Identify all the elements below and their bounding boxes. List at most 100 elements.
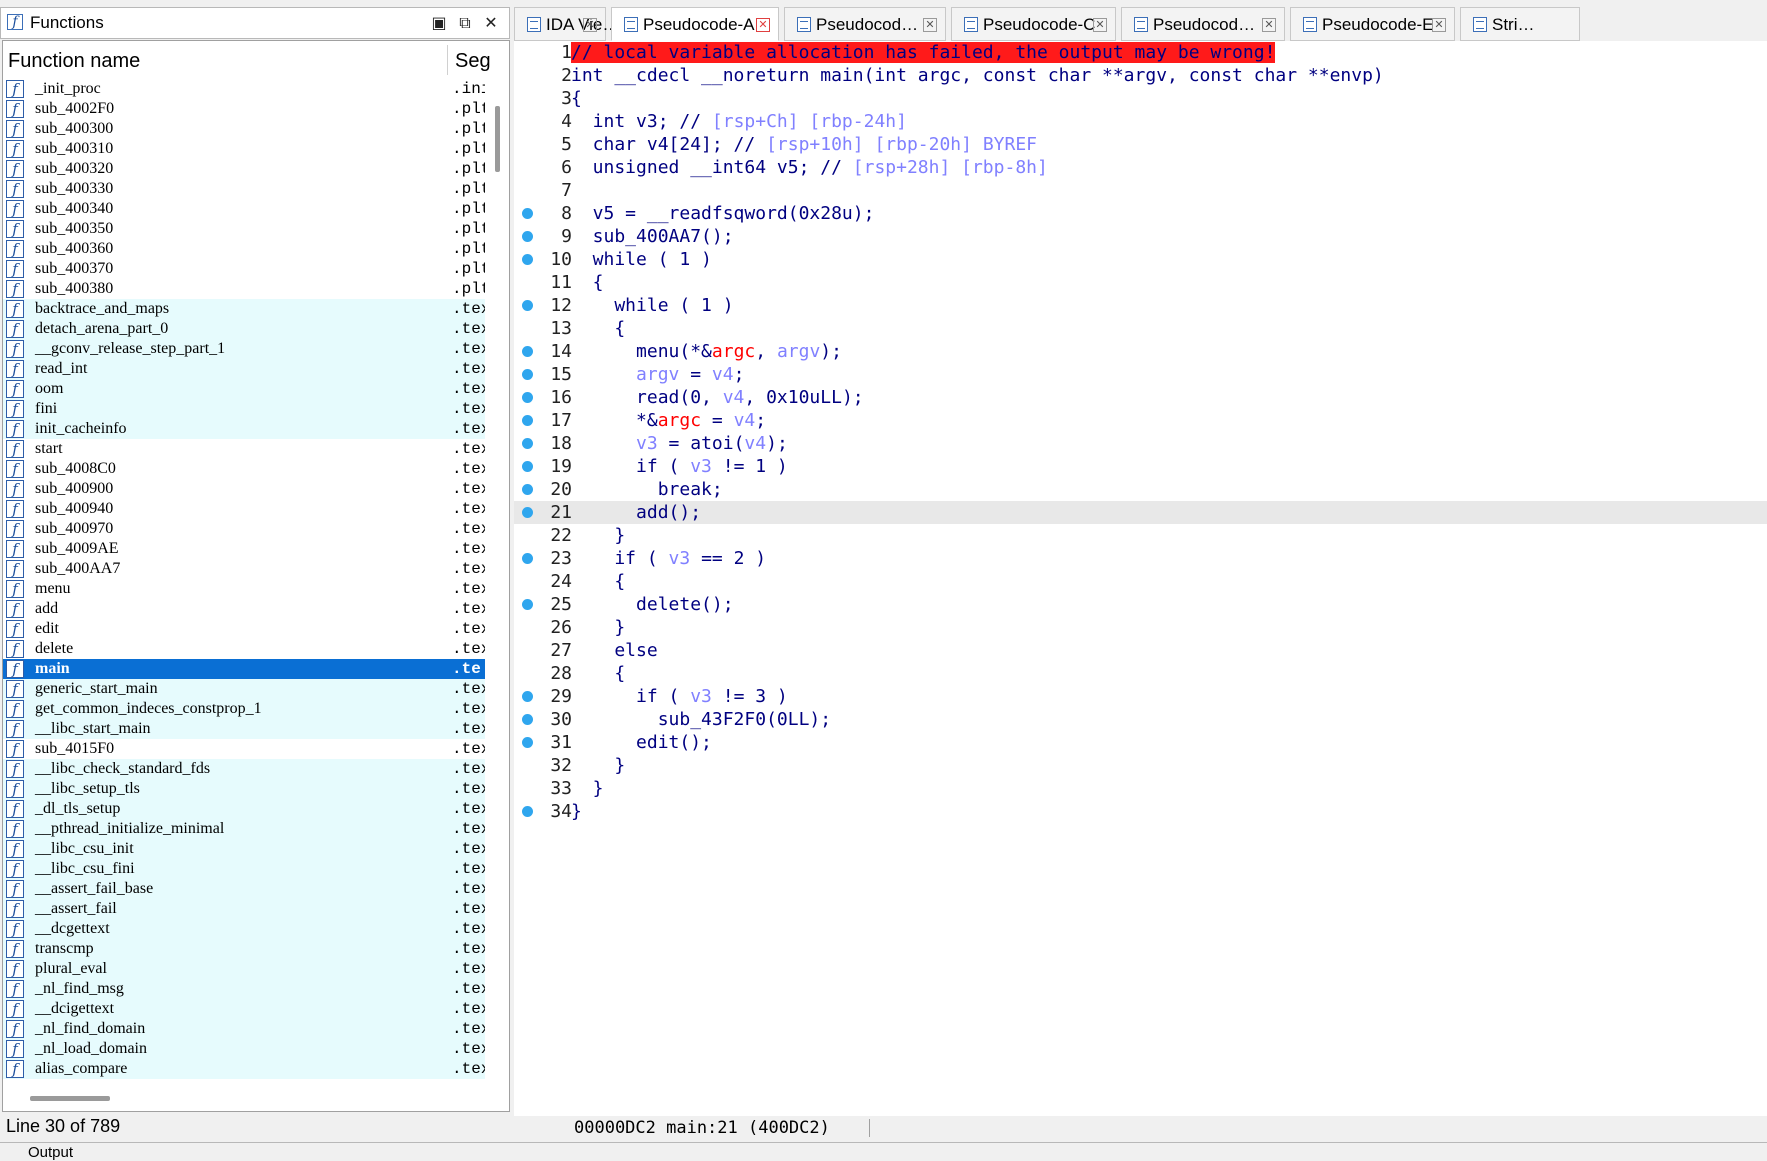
code-line[interactable]: 18 v3 = atoi(v4);	[514, 432, 1767, 455]
restore-icon[interactable]: ⧉	[455, 13, 475, 33]
tab-close-icon[interactable]: ✕	[1262, 18, 1276, 32]
code-text[interactable]: if ( v3 != 1 )	[571, 456, 788, 477]
code-line[interactable]: 15 argv = v4;	[514, 363, 1767, 386]
code-line[interactable]: 7	[514, 179, 1767, 202]
tab-2[interactable]: Pseudocod… ✕	[784, 7, 946, 41]
code-line[interactable]: 4 int v3; // [rsp+Ch] [rbp-24h]	[514, 110, 1767, 133]
function-row[interactable]: f _nl_find_domain .tex	[3, 1019, 485, 1039]
function-row[interactable]: f sub_400900 .tex	[3, 479, 485, 499]
function-row[interactable]: f __libc_csu_init .tex	[3, 839, 485, 859]
function-row[interactable]: f _dl_tls_setup .tex	[3, 799, 485, 819]
code-text[interactable]: {	[571, 88, 582, 109]
function-row[interactable]: f __assert_fail .tex	[3, 899, 485, 919]
code-line[interactable]: 28 {	[514, 662, 1767, 685]
code-text[interactable]: read(0, v4, 0x10uLL);	[571, 387, 864, 408]
tab-close-icon[interactable]: ✕	[1093, 18, 1107, 32]
column-function-name[interactable]: Function name	[8, 50, 140, 73]
function-row[interactable]: f __dcigettext .tex	[3, 999, 485, 1019]
function-row[interactable]: fedit .tex	[3, 619, 485, 639]
code-text[interactable]: break;	[571, 479, 723, 500]
code-text[interactable]: delete();	[571, 594, 734, 615]
function-row[interactable]: f sub_400340 .plt	[3, 199, 485, 219]
code-line[interactable]: 20 break;	[514, 478, 1767, 501]
code-text[interactable]: {	[571, 663, 625, 684]
function-row[interactable]: f sub_400370 .plt	[3, 259, 485, 279]
code-text[interactable]: v3 = atoi(v4);	[571, 433, 788, 454]
code-line[interactable]: 32 }	[514, 754, 1767, 777]
function-row[interactable]: f detach_arena_part_0 .tex	[3, 319, 485, 339]
code-line[interactable]: 6 unsigned __int64 v5; // [rsp+28h] [rbp…	[514, 156, 1767, 179]
function-row[interactable]: fdelete .tex	[3, 639, 485, 659]
code-text[interactable]: unsigned __int64 v5; // [rsp+28h] [rbp-8…	[571, 157, 1048, 178]
function-row[interactable]: f __libc_check_standard_fds .tex	[3, 759, 485, 779]
column-divider[interactable]	[447, 45, 448, 75]
code-line[interactable]: 5 char v4[24]; // [rsp+10h] [rbp-20h] BY…	[514, 133, 1767, 156]
code-text[interactable]: if ( v3 == 2 )	[571, 548, 766, 569]
tab-close-icon[interactable]: ✕	[923, 18, 937, 32]
function-row[interactable]: foom .tex	[3, 379, 485, 399]
function-row[interactable]: f _nl_find_msg .tex	[3, 979, 485, 999]
code-text[interactable]: *&argc = v4;	[571, 410, 766, 431]
code-line[interactable]: 9 sub_400AA7();	[514, 225, 1767, 248]
code-text[interactable]: v5 = __readfsqword(0x28u);	[571, 203, 875, 224]
code-text[interactable]: {	[571, 272, 604, 293]
code-text[interactable]: sub_400AA7();	[571, 226, 734, 247]
vertical-scrollbar[interactable]	[495, 106, 500, 172]
code-text[interactable]: sub_43F2F0(0LL);	[571, 709, 831, 730]
function-row[interactable]: fadd .tex	[3, 599, 485, 619]
code-text[interactable]: }	[571, 525, 625, 546]
function-row[interactable]: f plural_eval .tex	[3, 959, 485, 979]
code-text[interactable]: int __cdecl __noreturn main(int argc, co…	[571, 65, 1384, 86]
function-row[interactable]: f __dcgettext .tex	[3, 919, 485, 939]
maximize-icon[interactable]: ▣	[429, 13, 449, 33]
code-text[interactable]: }	[571, 617, 625, 638]
function-row[interactable]: f __assert_fail_base .tex	[3, 879, 485, 899]
function-row[interactable]: f init_cacheinfo .tex	[3, 419, 485, 439]
tab-3[interactable]: Pseudocode-C ✕	[951, 7, 1116, 41]
function-row[interactable]: f _nl_load_domain .tex	[3, 1039, 485, 1059]
code-text[interactable]: edit();	[571, 732, 712, 753]
code-line[interactable]: 8 v5 = __readfsqword(0x28u);	[514, 202, 1767, 225]
function-row[interactable]: fmenu .tex	[3, 579, 485, 599]
code-text[interactable]: menu(*&argc, argv);	[571, 341, 842, 362]
code-line[interactable]: 26 }	[514, 616, 1767, 639]
code-text[interactable]: char v4[24]; // [rsp+10h] [rbp-20h] BYRE…	[571, 134, 1037, 155]
code-line[interactable]: 14 menu(*&argc, argv);	[514, 340, 1767, 363]
output-panel[interactable]: Output	[0, 1142, 1767, 1161]
tab-6[interactable]: Stri…	[1460, 7, 1580, 41]
code-line[interactable]: 33 }	[514, 777, 1767, 800]
code-line[interactable]: 16 read(0, v4, 0x10uLL);	[514, 386, 1767, 409]
function-row[interactable]: ffini .tex	[3, 399, 485, 419]
code-text[interactable]: if ( v3 != 3 )	[571, 686, 788, 707]
code-text[interactable]: }	[571, 778, 604, 799]
code-line[interactable]: 12 while ( 1 )	[514, 294, 1767, 317]
code-line[interactable]: 10 while ( 1 )	[514, 248, 1767, 271]
code-line[interactable]: 17 *&argc = v4;	[514, 409, 1767, 432]
function-row[interactable]: f __libc_start_main .tex	[3, 719, 485, 739]
function-row[interactable]: f sub_400320 .plt	[3, 159, 485, 179]
functions-table[interactable]: Function name Seg f _init_proc .ini f sub_40…	[2, 40, 510, 1112]
function-row[interactable]: f transcmp .tex	[3, 939, 485, 959]
code-line[interactable]: 27 else	[514, 639, 1767, 662]
function-row[interactable]: f _init_proc .ini	[3, 79, 485, 99]
function-row[interactable]: f sub_400AA7 .tex	[3, 559, 485, 579]
function-row[interactable]: f __libc_csu_fini .tex	[3, 859, 485, 879]
function-row[interactable]: f sub_400970 .tex	[3, 519, 485, 539]
column-segment[interactable]: Seg	[455, 50, 491, 73]
function-row[interactable]: fstart .tex	[3, 439, 485, 459]
function-row[interactable]: f read_int .tex	[3, 359, 485, 379]
code-line[interactable]: 29 if ( v3 != 3 )	[514, 685, 1767, 708]
function-row[interactable]: f sub_4002F0 .plt	[3, 99, 485, 119]
function-row[interactable]: f sub_400330 .plt	[3, 179, 485, 199]
code-text[interactable]: else	[571, 640, 657, 661]
code-line[interactable]: 30 sub_43F2F0(0LL);	[514, 708, 1767, 731]
function-row[interactable]: f sub_400360 .plt	[3, 239, 485, 259]
code-text[interactable]: argv = v4;	[571, 364, 744, 385]
code-line[interactable]: 22 }	[514, 524, 1767, 547]
tab-0[interactable]: IDA Vie… ✕	[514, 7, 619, 41]
tab-4[interactable]: Pseudocod… ✕	[1121, 7, 1285, 41]
function-row[interactable]: f sub_400350 .plt	[3, 219, 485, 239]
function-row[interactable]: f sub_4009AE .tex	[3, 539, 485, 559]
function-row[interactable]: f sub_400310 .plt	[3, 139, 485, 159]
code-line[interactable]: 13 {	[514, 317, 1767, 340]
